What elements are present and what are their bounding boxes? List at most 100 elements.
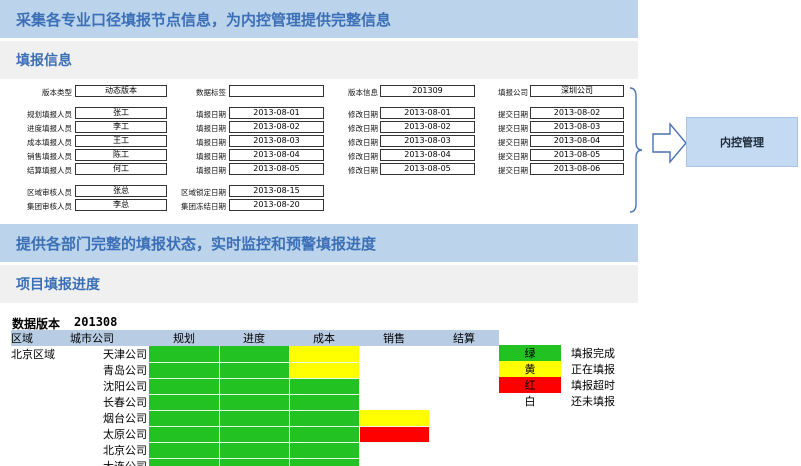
submit-date-field[interactable]: 2013-08-06 (530, 163, 624, 175)
status-cell[interactable] (219, 362, 290, 379)
table-row: 北京公司 (11, 442, 499, 459)
status-cell[interactable] (219, 394, 290, 411)
region-auditor-field[interactable]: 张总 (75, 185, 167, 197)
schedule-person-field[interactable]: 李工 (75, 121, 167, 133)
col-header-settlement: 结算 (429, 330, 499, 346)
status-cell[interactable] (359, 346, 429, 362)
status-cell[interactable] (289, 362, 360, 379)
status-cell[interactable] (359, 426, 430, 443)
status-cell[interactable] (219, 458, 290, 466)
col-header-cost: 成本 (289, 330, 359, 346)
city-cell: 沈阳公司 (103, 380, 147, 393)
status-cell[interactable] (289, 346, 360, 363)
legend-text: 正在填报 (571, 363, 615, 376)
fill-date-field[interactable]: 2013-08-02 (229, 121, 324, 133)
status-cell[interactable] (429, 362, 499, 378)
status-cell[interactable] (289, 410, 360, 427)
legend-swatch-white: 白 (499, 393, 561, 409)
modify-date-label: 修改日期 (348, 110, 378, 119)
status-cell[interactable] (359, 442, 429, 458)
legend-text: 填报超时 (571, 379, 615, 392)
status-cell[interactable] (289, 442, 360, 459)
status-cell[interactable] (219, 426, 290, 443)
status-cell[interactable] (289, 426, 360, 443)
status-cell[interactable] (149, 426, 220, 443)
city-cell: 天津公司 (103, 348, 147, 361)
fill-date-field[interactable]: 2013-08-01 (229, 107, 324, 119)
group-auditor-field[interactable]: 李总 (75, 199, 167, 211)
progress-table: 区域 城市公司 规划 进度 成本 销售 结算 北京区域 天津公司 青岛公司 沈阳… (11, 330, 499, 466)
table-row: 太原公司 (11, 426, 499, 443)
fill-date-field[interactable]: 2013-08-05 (229, 163, 324, 175)
modify-date-label: 修改日期 (348, 138, 378, 147)
fill-date-field[interactable]: 2013-08-04 (229, 149, 324, 161)
legend-text: 还未填报 (571, 395, 615, 408)
schedule-person-label: 进度填报人员 (27, 124, 72, 133)
modify-date-field[interactable]: 2013-08-05 (380, 163, 475, 175)
status-cell[interactable] (359, 378, 429, 394)
status-cell[interactable] (429, 346, 499, 362)
status-cell[interactable] (219, 378, 290, 395)
status-cell[interactable] (149, 458, 220, 466)
right-arrow-icon (652, 122, 687, 164)
version-type-field[interactable]: 动态版本 (75, 85, 167, 97)
modify-date-label: 修改日期 (348, 166, 378, 175)
status-cell[interactable] (219, 442, 290, 459)
settlement-person-field[interactable]: 何工 (75, 163, 167, 175)
legend-swatch-yellow: 黄 (499, 361, 561, 377)
status-cell[interactable] (289, 394, 360, 411)
table-row: 沈阳公司 (11, 378, 499, 395)
city-cell: 大连公司 (70, 458, 149, 466)
progress-header-row: 区域 城市公司 规划 进度 成本 销售 结算 (11, 330, 499, 346)
status-cell[interactable] (149, 410, 220, 427)
status-cell[interactable] (429, 442, 499, 458)
region-lock-date-field[interactable]: 2013-08-15 (229, 185, 324, 197)
status-cell[interactable] (429, 458, 499, 466)
status-cell[interactable] (429, 378, 499, 394)
modify-date-field[interactable]: 2013-08-04 (380, 149, 475, 161)
fill-company-field[interactable]: 深圳公司 (530, 85, 624, 97)
status-cell[interactable] (289, 458, 360, 466)
status-cell[interactable] (219, 410, 290, 427)
group-freeze-date-field[interactable]: 2013-08-20 (229, 199, 324, 211)
main-header: 采集各专业口径填报节点信息，为内控管理提供完整信息 (0, 0, 638, 38)
modify-date-field[interactable]: 2013-08-02 (380, 121, 475, 133)
submit-date-label: 提交日期 (498, 152, 528, 161)
status-cell[interactable] (219, 346, 290, 363)
fill-info-form: 版本类型 动态版本 数据标签 版本信息 201309 填报公司 深圳公司 规划填… (10, 80, 635, 214)
cost-person-field[interactable]: 王工 (75, 135, 167, 147)
sales-person-field[interactable]: 陈工 (75, 149, 167, 161)
data-tag-field[interactable] (229, 85, 324, 97)
fill-date-field[interactable]: 2013-08-03 (229, 135, 324, 147)
status-cell[interactable] (359, 362, 429, 378)
city-cell: 太原公司 (103, 428, 147, 441)
planning-person-label: 规划填报人员 (27, 110, 72, 119)
modify-date-field[interactable]: 2013-08-01 (380, 107, 475, 119)
status-cell[interactable] (429, 410, 499, 426)
status-cell[interactable] (429, 426, 499, 442)
legend-item: 黄 正在填报 (499, 361, 631, 377)
status-cell[interactable] (429, 394, 499, 410)
fill-date-label: 填报日期 (196, 124, 226, 133)
status-cell[interactable] (359, 394, 429, 410)
status-cell[interactable] (359, 410, 430, 427)
status-cell[interactable] (149, 362, 220, 379)
modify-date-field[interactable]: 2013-08-03 (380, 135, 475, 147)
fill-date-label: 填报日期 (196, 138, 226, 147)
submit-date-field[interactable]: 2013-08-03 (530, 121, 624, 133)
status-cell[interactable] (149, 346, 220, 363)
status-cell[interactable] (149, 394, 220, 411)
submit-date-field[interactable]: 2013-08-02 (530, 107, 624, 119)
submit-date-label: 提交日期 (498, 124, 528, 133)
submit-date-field[interactable]: 2013-08-05 (530, 149, 624, 161)
status-cell[interactable] (359, 458, 429, 466)
planning-person-field[interactable]: 张工 (75, 107, 167, 119)
sales-person-label: 销售填报人员 (27, 152, 72, 161)
col-header-planning: 规划 (149, 330, 219, 346)
version-info-field[interactable]: 201309 (380, 85, 475, 97)
status-cell[interactable] (289, 378, 360, 395)
status-cell[interactable] (149, 378, 220, 395)
submit-date-field[interactable]: 2013-08-04 (530, 135, 624, 147)
status-cell[interactable] (149, 442, 220, 459)
table-row: 北京区域 天津公司 (11, 346, 499, 363)
